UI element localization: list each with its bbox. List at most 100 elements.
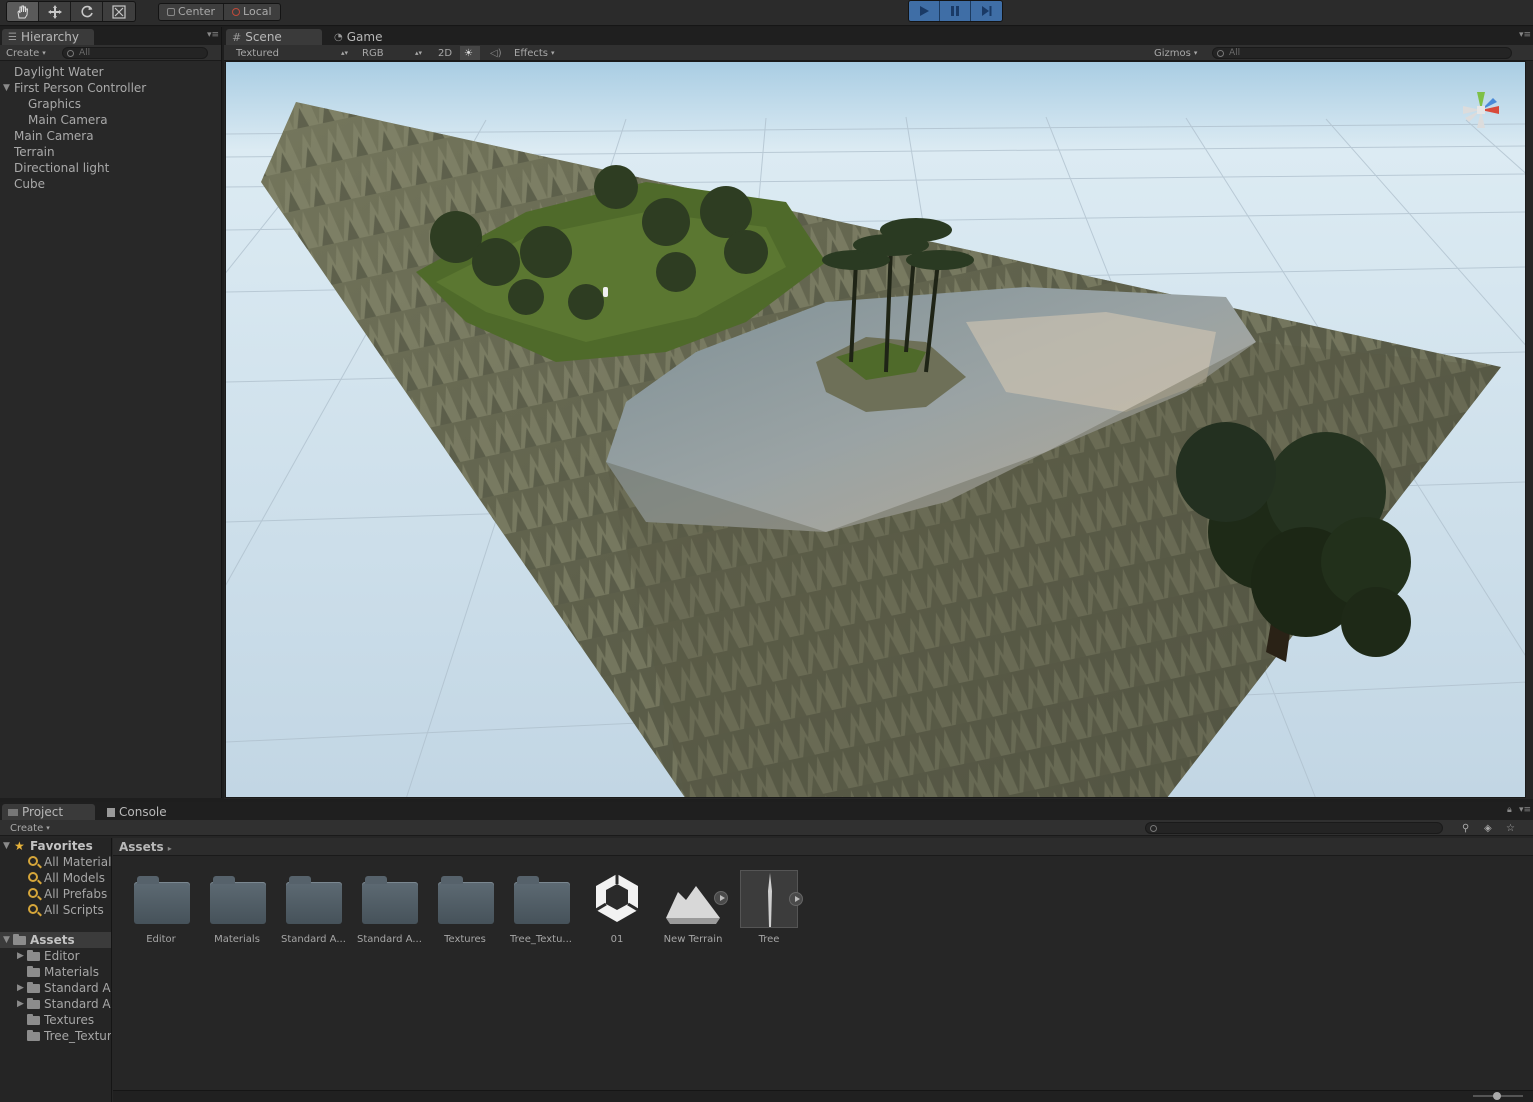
hand-tool-icon[interactable] — [7, 2, 39, 21]
favorite-item-label: All Prefabs — [44, 887, 108, 901]
expand-arrow-icon[interactable]: ▶ — [17, 948, 24, 964]
hierarchy-item[interactable]: Main Camera — [0, 112, 221, 128]
expand-asset-icon[interactable] — [714, 891, 728, 905]
favorite-item[interactable]: All Prefabs — [0, 886, 111, 902]
tab-project-label: Project — [22, 805, 64, 819]
favorite-star-icon[interactable]: ☆ — [1502, 821, 1515, 835]
render-mode-dropdown[interactable]: RGB ▴▾ — [358, 46, 424, 60]
folder-icon — [27, 950, 40, 961]
hierarchy-search-placeholder: All — [79, 48, 91, 58]
scene-search-input[interactable]: All — [1212, 47, 1512, 59]
filter-by-label-icon[interactable]: ◈ — [1480, 821, 1492, 835]
hierarchy-item-label: Terrain — [14, 145, 55, 159]
pivot-center-button[interactable]: Center — [159, 4, 225, 20]
step-button[interactable] — [971, 1, 1002, 21]
rotate-tool-icon[interactable] — [71, 2, 103, 21]
favorite-item[interactable]: All Models — [0, 870, 111, 886]
favorites-header[interactable]: ▼ ★ Favorites — [0, 838, 111, 854]
hierarchy-item[interactable]: Directional light — [0, 160, 221, 176]
asset-item-label: Standard A... — [357, 934, 421, 945]
effects-dropdown[interactable]: Effects ▾ — [510, 46, 555, 60]
shading-mode-dropdown[interactable]: Textured ▴▾ — [232, 46, 350, 60]
panel-menu-icon[interactable]: ▾≡ — [1519, 31, 1531, 40]
dropdown-arrow-icon: ▾ — [1193, 49, 1198, 57]
expand-arrow-icon[interactable]: ▼ — [3, 80, 10, 96]
expand-asset-icon[interactable] — [789, 892, 803, 906]
hierarchy-search-input[interactable]: All — [62, 47, 208, 59]
search-icon — [28, 872, 38, 882]
breadcrumb[interactable]: Assets ▸ — [113, 838, 1533, 856]
move-tool-icon[interactable] — [39, 2, 71, 21]
create-dropdown[interactable]: Create ▾ — [6, 821, 50, 835]
tab-scene[interactable]: # Scene — [226, 29, 322, 45]
pivot-local-button[interactable]: Local — [224, 4, 280, 20]
asset-tree-item[interactable]: ▶ Standard As — [0, 980, 111, 996]
asset-tree-item[interactable]: ▶ Standard As — [0, 996, 111, 1012]
folder-icon — [27, 1030, 40, 1041]
asset-tree: ▶ Editor Materials ▶ Standard As ▶ Standard As… — [0, 948, 111, 1044]
asset-item[interactable]: Textures — [433, 870, 497, 945]
scene-audio-toggle[interactable]: ◁) — [486, 46, 502, 60]
asset-tree-item[interactable]: Materials — [0, 964, 111, 980]
icon-size-slider[interactable] — [1473, 1092, 1523, 1100]
pause-button[interactable] — [940, 1, 971, 21]
asset-item-label: 01 — [610, 934, 624, 945]
asset-item[interactable]: Standard A... — [281, 870, 345, 945]
asset-tree-item-label: Editor — [44, 949, 80, 963]
assets-header[interactable]: ▼ Assets — [0, 932, 111, 948]
hierarchy-item[interactable]: ▼ First Person Controller — [0, 80, 221, 96]
hierarchy-tabbar: ☰ Hierarchy ▾≡ — [0, 27, 221, 45]
play-button[interactable] — [909, 1, 940, 21]
tab-hierarchy[interactable]: ☰ Hierarchy — [2, 29, 94, 45]
expand-arrow-icon[interactable]: ▶ — [17, 996, 24, 1012]
filter-by-type-icon[interactable]: ⚲ — [1458, 821, 1469, 835]
asset-item[interactable]: New Terrain — [661, 870, 728, 945]
asset-tree-item[interactable]: Textures — [0, 1012, 111, 1028]
search-icon — [28, 888, 38, 898]
tab-hierarchy-label: Hierarchy — [20, 30, 79, 44]
favorite-item-label: All Materials — [44, 855, 112, 869]
project-status-bar — [113, 1090, 1533, 1102]
asset-item[interactable]: Editor — [129, 870, 193, 945]
asset-item[interactable]: Tree — [737, 870, 803, 945]
panel-menu-icon[interactable]: ▾≡ — [207, 31, 219, 40]
pivot-center-label: Center — [178, 5, 216, 18]
mode-2d-toggle[interactable]: 2D — [434, 46, 452, 60]
scene-lighting-toggle[interactable]: ☀ — [460, 46, 480, 60]
orientation-gizmo-icon[interactable] — [1451, 80, 1511, 140]
folder-icon — [360, 870, 418, 928]
create-dropdown[interactable]: Create ▾ — [2, 46, 46, 60]
hierarchy-item[interactable]: Terrain — [0, 144, 221, 160]
project-search-input[interactable] — [1145, 822, 1443, 834]
grid-icon: # — [232, 30, 242, 44]
asset-tree-item[interactable]: Tree_Textur — [0, 1028, 111, 1044]
asset-item[interactable]: Materials — [205, 870, 269, 945]
lock-icon[interactable]: 🔒︎ — [1507, 806, 1517, 815]
hierarchy-item[interactable]: Main Camera — [0, 128, 221, 144]
gizmos-dropdown[interactable]: Gizmos ▾ — [1150, 46, 1197, 60]
tab-project[interactable]: Project — [2, 804, 95, 820]
scene-viewport[interactable] — [225, 61, 1526, 798]
asset-tree-item[interactable]: ▶ Editor — [0, 948, 111, 964]
hierarchy-item[interactable]: Graphics — [0, 96, 221, 112]
expand-arrow-icon[interactable]: ▶ — [17, 980, 24, 996]
hierarchy-item-label: Daylight Water — [14, 65, 104, 79]
hierarchy-item[interactable]: Daylight Water — [0, 64, 221, 80]
favorite-item[interactable]: All Scripts — [0, 902, 111, 918]
speaker-icon: ◁) — [490, 47, 502, 59]
asset-item[interactable]: Standard A... — [357, 870, 421, 945]
favorite-item-label: All Scripts — [44, 903, 104, 917]
tab-console[interactable]: Console — [101, 804, 191, 820]
favorite-item[interactable]: All Materials — [0, 854, 111, 870]
tab-game[interactable]: ◔ Game — [328, 29, 418, 45]
dropdown-arrow-icon: ▾ — [551, 49, 555, 57]
icon-size-slider-thumb[interactable] — [1493, 1092, 1501, 1100]
panel-menu-icon[interactable]: ▾≡ — [1519, 806, 1531, 815]
create-label: Create — [10, 822, 44, 834]
scale-tool-icon[interactable] — [103, 2, 135, 21]
hierarchy-item[interactable]: Cube — [0, 176, 221, 192]
asset-item[interactable]: 01 — [585, 870, 649, 945]
asset-item[interactable]: Tree_Textu... — [509, 870, 573, 945]
tree-asset-icon — [740, 870, 803, 928]
hierarchy-item-label: Directional light — [14, 161, 110, 175]
